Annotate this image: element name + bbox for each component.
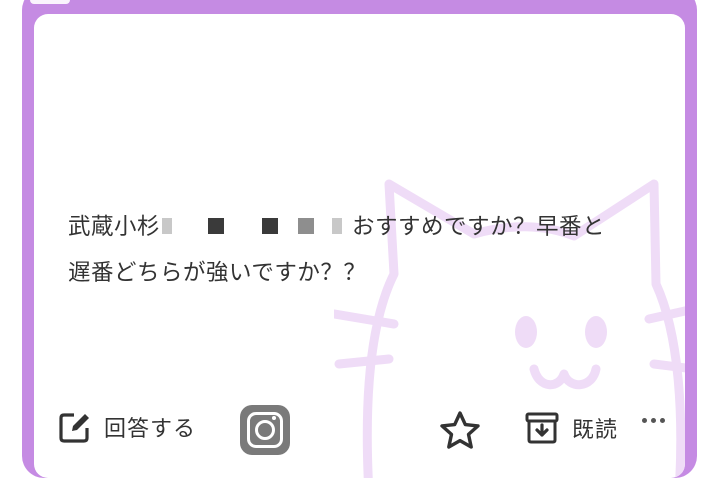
- more-button[interactable]: [642, 418, 665, 423]
- archive-icon: [525, 412, 559, 444]
- question-card[interactable]: 武蔵小杉 おすすめですか？早番と 遅番どちらが強いですか？？ 回答する 既読: [34, 14, 685, 478]
- star-icon: [440, 411, 480, 449]
- action-bar: 回答する 既読: [34, 402, 685, 458]
- favorite-button[interactable]: [439, 410, 481, 450]
- edit-icon: [59, 413, 89, 443]
- answer-button[interactable]: 回答する: [58, 410, 196, 444]
- more-icon: [642, 418, 665, 423]
- instagram-share-button[interactable]: [240, 405, 290, 455]
- top-tab: [30, 0, 70, 4]
- question-line-1: 武蔵小杉 おすすめですか？早番と: [68, 204, 658, 250]
- instagram-icon: [240, 405, 290, 455]
- question-line-1-start: 武蔵小杉: [68, 214, 161, 240]
- read-label: 既読: [572, 418, 619, 443]
- mark-read-button[interactable]: 既読: [524, 410, 618, 446]
- answer-label: 回答する: [104, 417, 197, 442]
- question-line-2: 遅番どちらが強いですか？？: [68, 260, 367, 286]
- redacted-text: [160, 214, 352, 238]
- question-text: 武蔵小杉 おすすめですか？早番と 遅番どちらが強いですか？？: [68, 204, 658, 296]
- question-line-1-end: おすすめですか？早番と: [352, 214, 606, 240]
